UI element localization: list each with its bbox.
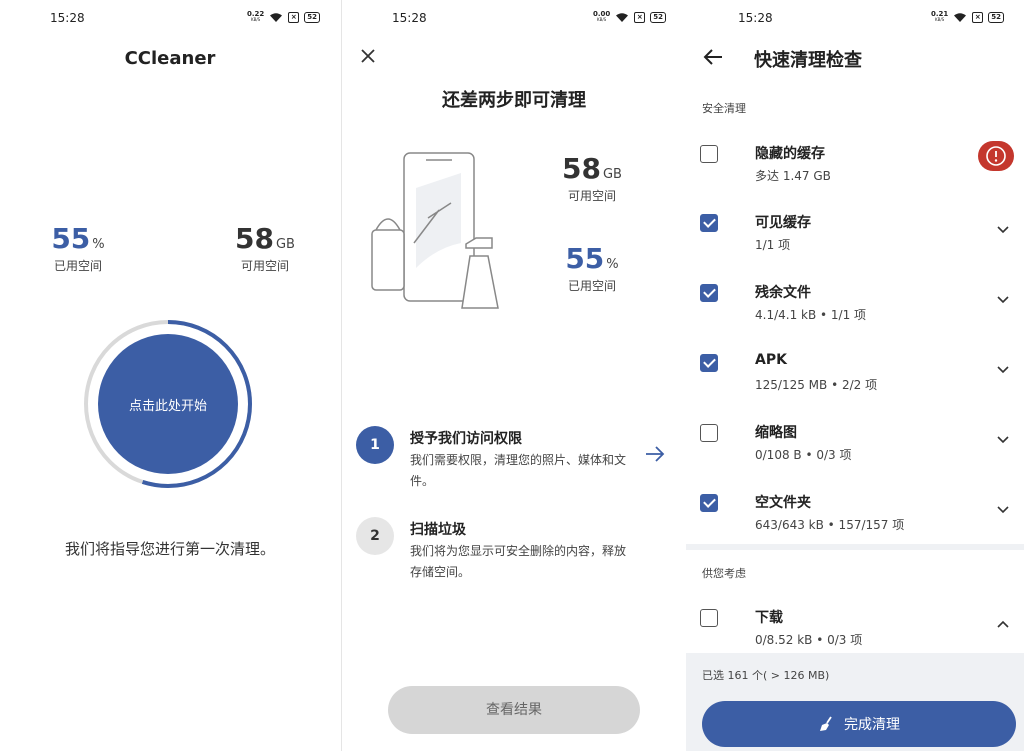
step-description: 我们需要权限，清理您的照片、媒体和文件。 xyxy=(410,453,627,488)
wifi-icon xyxy=(270,12,283,22)
item-subtitle: 125/125 MB • 2/2 项 xyxy=(755,378,878,392)
item-subtitle: 1/1 项 xyxy=(755,238,791,252)
item-subtitle: 多达 1.47 GB xyxy=(755,169,831,183)
used-space-unit: % xyxy=(606,257,619,272)
warning-icon xyxy=(986,146,1006,166)
checkbox[interactable] xyxy=(700,494,718,512)
page-title: 快速清理检查 xyxy=(754,50,862,71)
step-scan-junk: 2 扫描垃圾 我们将为您显示可安全删除的内容，释放存储空间。 xyxy=(356,515,666,595)
ccleaner-home-screen: 15:28 0.22 KB/S × 52 CCleaner 55% 已用空间 58… xyxy=(0,0,340,751)
section-divider xyxy=(686,544,1024,550)
section-header-consider: 供您考虑 xyxy=(702,567,746,580)
list-item-thumbnails[interactable]: 缩略图 0/108 B • 0/3 项 xyxy=(686,424,1024,484)
free-space-unit: GB xyxy=(602,167,622,182)
free-space-stat: 58 GB 可用空间 xyxy=(542,152,642,204)
warning-button[interactable] xyxy=(978,141,1014,171)
phone-cleaning-illustration xyxy=(371,152,499,309)
chevron-down-icon[interactable] xyxy=(996,294,1010,304)
chevron-up-icon[interactable] xyxy=(996,619,1010,629)
item-subtitle: 4.1/4.1 kB • 1/1 项 xyxy=(755,308,867,322)
app-title: CCleaner xyxy=(124,48,216,69)
view-result-button[interactable]: 查看结果 xyxy=(388,686,640,734)
free-space-unit: GB xyxy=(275,237,295,252)
list-item-visible-cache[interactable]: 可见缓存 1/1 项 xyxy=(686,214,1024,274)
status-bar: 15:28 0.21 KB/S × 52 xyxy=(686,10,1024,26)
finish-clean-button[interactable]: 完成清理 xyxy=(702,701,1016,747)
chevron-down-icon[interactable] xyxy=(996,434,1010,444)
network-speed: 0.00 KB/S xyxy=(592,10,611,23)
item-title: APK xyxy=(755,352,787,368)
status-bar: 15:28 0.00 KB/S × 52 xyxy=(342,10,686,26)
status-bar: 15:28 0.22 KB/S × 52 xyxy=(0,10,340,26)
back-arrow-icon[interactable] xyxy=(702,46,724,68)
finish-clean-label: 完成清理 xyxy=(844,717,900,733)
used-space-value: 55 xyxy=(565,242,605,275)
item-subtitle: 0/108 B • 0/3 项 xyxy=(755,448,852,462)
wifi-icon xyxy=(954,12,967,22)
used-space-value: 55 xyxy=(51,222,91,255)
battery-icon: 52 xyxy=(650,11,666,23)
checkbox[interactable] xyxy=(700,609,718,627)
used-space-stat: 55% 已用空间 xyxy=(38,222,118,274)
item-title: 隐藏的缓存 xyxy=(755,146,825,162)
chevron-down-icon[interactable] xyxy=(996,504,1010,514)
checkbox[interactable] xyxy=(700,214,718,232)
step-description: 我们将为您显示可安全删除的内容，释放存储空间。 xyxy=(410,544,627,579)
wifi-icon xyxy=(616,12,629,22)
setup-steps-screen: 15:28 0.00 KB/S × 52 还差两步即可清理 58 GB 可用空间 5… xyxy=(342,0,686,751)
list-item-apk[interactable]: APK 125/125 MB • 2/2 项 xyxy=(686,352,1024,414)
status-time: 15:28 xyxy=(392,11,427,25)
battery-icon: 52 xyxy=(988,11,1004,23)
list-item-residual-files[interactable]: 残余文件 4.1/4.1 kB • 1/1 项 xyxy=(686,284,1024,344)
used-space-stat: 55% 已用空间 xyxy=(542,242,642,294)
item-subtitle: 0/8.52 kB • 0/3 项 xyxy=(755,633,863,647)
quick-clean-review-screen: 15:28 0.21 KB/S × 52 快速清理检查 安全清理 隐藏的缓存 多达… xyxy=(686,0,1024,751)
used-space-label: 已用空间 xyxy=(53,259,102,273)
broom-icon xyxy=(820,716,832,731)
selection-summary: 已选 161 个( > 126 MB) xyxy=(702,669,830,682)
storage-ring: 点击此处开始 xyxy=(82,318,254,490)
network-speed: 0.22 KB/S xyxy=(246,10,265,23)
step-number-badge: 2 xyxy=(356,517,394,555)
chevron-down-icon[interactable] xyxy=(996,224,1010,234)
checkbox[interactable] xyxy=(700,145,718,163)
sim-off-icon: × xyxy=(288,11,300,23)
page-title: 还差两步即可清理 xyxy=(442,90,586,111)
section-header-safe: 安全清理 xyxy=(702,102,746,115)
item-title: 下载 xyxy=(755,610,783,626)
arrow-right-icon[interactable] xyxy=(644,444,666,464)
list-item-hidden-cache[interactable]: 隐藏的缓存 多达 1.47 GB xyxy=(686,141,1024,205)
item-subtitle: 643/643 kB • 157/157 项 xyxy=(755,518,905,532)
step-title: 授予我们访问权限 xyxy=(410,431,522,447)
free-space-label: 可用空间 xyxy=(240,259,289,273)
sim-off-icon: × xyxy=(972,11,984,23)
step-number-badge: 1 xyxy=(356,426,394,464)
status-time: 15:28 xyxy=(50,11,85,25)
status-time: 15:28 xyxy=(738,11,773,25)
checkbox[interactable] xyxy=(700,424,718,442)
free-space-stat: 58 GB 可用空间 xyxy=(225,222,305,274)
item-title: 缩略图 xyxy=(755,425,797,441)
used-space-label: 已用空间 xyxy=(567,279,616,293)
checkbox[interactable] xyxy=(700,284,718,302)
free-space-value: 58 xyxy=(235,222,274,255)
checkbox[interactable] xyxy=(700,354,718,372)
free-space-value: 58 xyxy=(562,152,601,185)
free-space-label: 可用空间 xyxy=(567,189,616,203)
battery-icon: 52 xyxy=(304,11,320,23)
close-icon[interactable] xyxy=(358,46,378,66)
step-grant-access[interactable]: 1 授予我们访问权限 我们需要权限，清理您的照片、媒体和文件。 xyxy=(356,424,666,504)
start-button[interactable]: 点击此处开始 xyxy=(98,334,238,474)
item-title: 残余文件 xyxy=(755,285,811,301)
used-space-unit: % xyxy=(92,237,105,252)
guide-text: 我们将指导您进行第一次清理。 xyxy=(64,540,275,558)
item-title: 可见缓存 xyxy=(755,215,811,231)
chevron-down-icon[interactable] xyxy=(996,364,1010,374)
item-title: 空文件夹 xyxy=(755,495,811,511)
step-title: 扫描垃圾 xyxy=(410,522,466,538)
network-speed: 0.21 KB/S xyxy=(930,10,949,23)
sim-off-icon: × xyxy=(634,11,646,23)
bottom-action-bar: 已选 161 个( > 126 MB) 完成清理 xyxy=(686,653,1024,751)
